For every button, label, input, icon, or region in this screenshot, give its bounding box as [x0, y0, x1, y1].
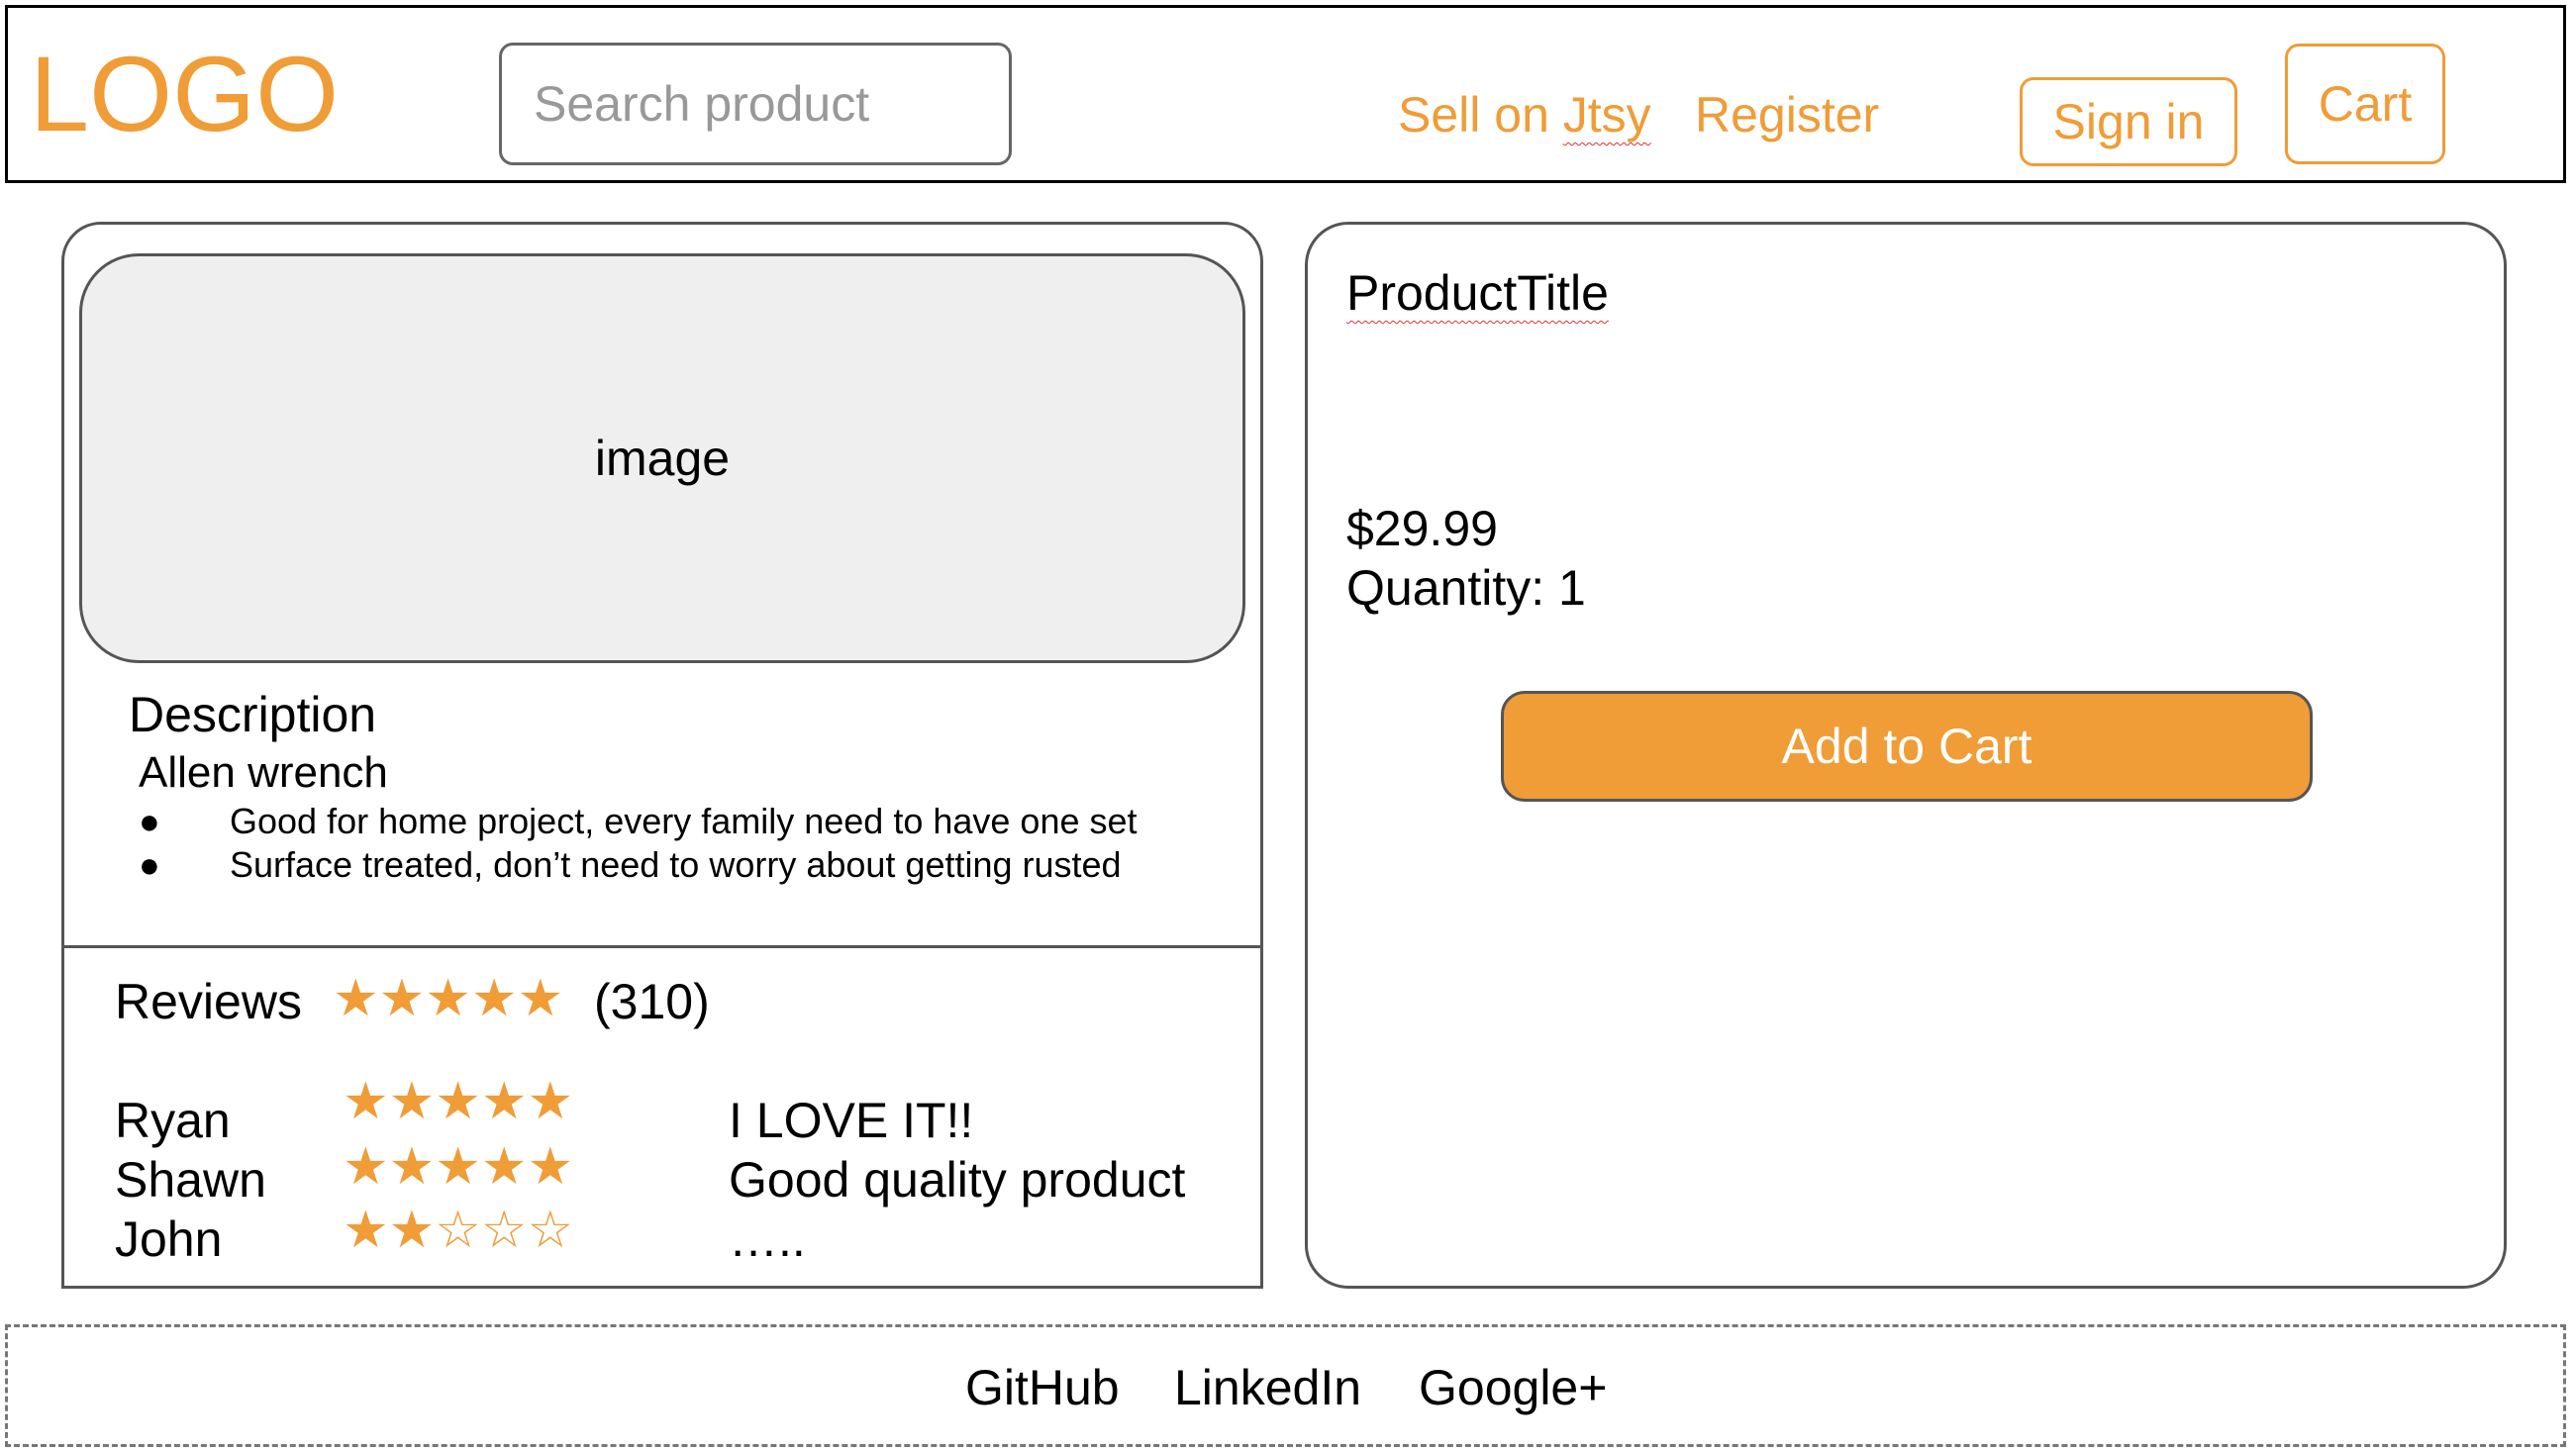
search-input[interactable]: [499, 43, 1012, 165]
review-text: …..: [729, 1211, 806, 1267]
description-bullet: ● Surface treated, don’t need to worry ab…: [139, 843, 1122, 887]
review-rating-stars-icon: ★★★★★: [343, 1137, 574, 1197]
product-price: $29.99: [1346, 501, 1498, 556]
nav-sell-link[interactable]: Sell on Jtsy: [1398, 85, 1651, 145]
description-bullet-text: Surface treated, don’t need to worry abo…: [230, 844, 1122, 885]
sign-in-button[interactable]: Sign in: [2020, 77, 2237, 166]
review-text: I LOVE IT!!: [729, 1093, 974, 1148]
add-to-cart-button[interactable]: Add to Cart: [1501, 691, 2313, 802]
average-rating-stars-icon: ★★★★★: [333, 969, 564, 1028]
reviewer-name: Ryan: [115, 1093, 231, 1148]
logo[interactable]: LOGO: [30, 35, 339, 153]
review-rating-stars-icon: ★★☆☆☆: [343, 1201, 574, 1260]
product-quantity[interactable]: Quantity: 1: [1346, 558, 1586, 618]
description-heading: Description: [129, 687, 377, 742]
reviews-count[interactable]: (310): [594, 972, 710, 1031]
description-bullet-text: Good for home project, every family need…: [230, 801, 1138, 841]
nav-sell-label-prefix: Sell on: [1398, 87, 1563, 143]
review-text: Good quality product: [729, 1152, 1186, 1208]
review-rating-stars-icon: ★★★★★: [343, 1072, 574, 1131]
footer-link-google-plus[interactable]: Google+: [1419, 1358, 1607, 1417]
footer-link-github[interactable]: GitHub: [965, 1358, 1120, 1417]
bullet-dot-icon: ●: [139, 801, 160, 841]
product-image-label: image: [594, 431, 731, 486]
nav-register-link[interactable]: Register: [1695, 85, 1879, 145]
reviews-heading: Reviews: [115, 974, 302, 1029]
reviewer-name: John: [115, 1211, 223, 1267]
reviewer-name: Shawn: [115, 1152, 266, 1208]
description-bullet: ● Good for home project, every family nee…: [139, 800, 1138, 843]
cart-button[interactable]: Cart: [2285, 44, 2445, 164]
reviews-divider: [61, 945, 1263, 948]
product-image-placeholder: image: [79, 253, 1245, 663]
description-product-name: Allen wrench: [139, 748, 388, 797]
product-title: ProductTitle: [1346, 265, 1609, 321]
bullet-dot-icon: ●: [139, 844, 160, 885]
footer-link-linkedin[interactable]: LinkedIn: [1174, 1358, 1361, 1417]
nav-sell-label-brand: Jtsy: [1562, 87, 1651, 143]
